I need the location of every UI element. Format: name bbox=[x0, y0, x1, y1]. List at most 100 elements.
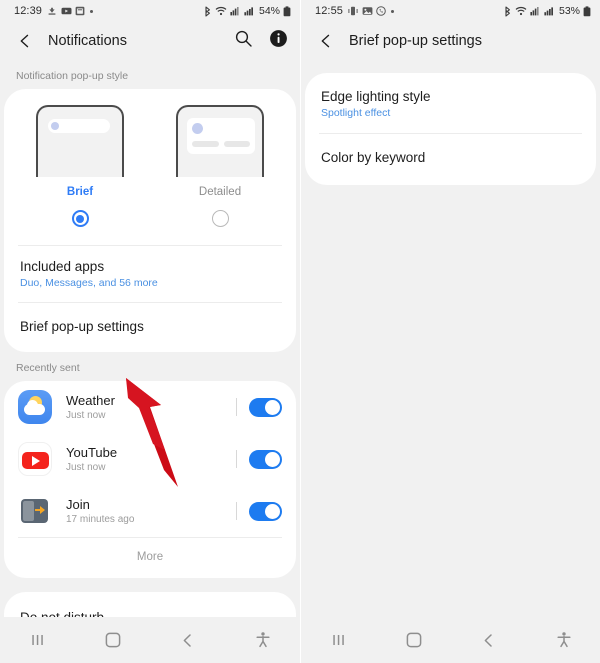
list-item[interactable]: YouTube Just now bbox=[4, 433, 296, 485]
left-phone-screen: 12:39 54% Notifications Notification pop… bbox=[0, 0, 300, 663]
right-phone-screen: 12:55 53% Brief pop-up settings Edge lig… bbox=[300, 0, 600, 663]
list-item-text: Weather Just now bbox=[66, 393, 236, 421]
status-bar: 12:55 53% bbox=[301, 0, 600, 22]
download-icon bbox=[48, 7, 56, 15]
list-item[interactable]: Weather Just now bbox=[4, 381, 296, 433]
preview-app-dot-icon bbox=[51, 122, 59, 130]
brief-preview-image bbox=[36, 105, 124, 177]
style-option-brief-radio[interactable] bbox=[71, 210, 89, 227]
style-option-detailed-radio[interactable] bbox=[211, 210, 229, 227]
battery-icon bbox=[283, 5, 291, 16]
more-button[interactable]: More bbox=[4, 538, 296, 578]
info-icon[interactable] bbox=[269, 29, 288, 53]
screenshot-icon bbox=[75, 6, 85, 16]
list-item-text: Join 17 minutes ago bbox=[66, 497, 236, 525]
divider bbox=[236, 502, 237, 520]
app-name: Join bbox=[66, 497, 90, 512]
row-brief-popup-settings[interactable]: Brief pop-up settings bbox=[4, 303, 296, 352]
left-content: Notification pop-up style Brief Detailed… bbox=[0, 60, 300, 663]
vibrate-icon bbox=[348, 6, 358, 16]
back-button[interactable] bbox=[150, 617, 225, 663]
style-option-detailed[interactable]: Detailed bbox=[150, 105, 290, 227]
dot-icon bbox=[390, 9, 394, 13]
join-icon bbox=[18, 494, 52, 528]
recents-button[interactable] bbox=[0, 617, 75, 663]
bluetooth-icon bbox=[205, 5, 210, 17]
back-button[interactable] bbox=[315, 30, 337, 52]
back-button[interactable] bbox=[451, 617, 526, 663]
signal-icon bbox=[530, 7, 539, 16]
back-icon bbox=[183, 633, 191, 647]
cellular-icon bbox=[544, 7, 553, 16]
back-arrow-icon bbox=[20, 34, 29, 48]
row-title: Color by keyword bbox=[321, 150, 426, 165]
app-bar: Brief pop-up settings bbox=[301, 22, 600, 60]
app-toggle[interactable] bbox=[249, 449, 282, 469]
preview-app-dot-icon bbox=[192, 123, 203, 134]
recents-icon bbox=[332, 635, 344, 645]
accessibility-icon bbox=[255, 632, 270, 648]
preview-text-bar bbox=[192, 141, 219, 147]
app-name: Weather bbox=[66, 393, 115, 408]
back-icon bbox=[484, 633, 492, 647]
page-title: Brief pop-up settings bbox=[349, 33, 482, 49]
home-button[interactable] bbox=[75, 617, 150, 663]
row-edge-lighting-style[interactable]: Edge lighting style Spotlight effect bbox=[305, 73, 596, 133]
weather-icon bbox=[18, 390, 52, 424]
row-subtitle: Duo, Messages, and 56 more bbox=[20, 277, 158, 289]
search-icon[interactable] bbox=[234, 29, 253, 53]
back-button[interactable] bbox=[14, 30, 36, 52]
detailed-preview-box bbox=[187, 118, 255, 154]
style-option-brief-label: Brief bbox=[66, 186, 94, 198]
app-time: Just now bbox=[66, 410, 106, 421]
status-bar-system-icons: 54% bbox=[203, 5, 291, 17]
status-bar-system-icons: 53% bbox=[503, 5, 591, 17]
app-time: 17 minutes ago bbox=[66, 514, 135, 525]
app-toggle[interactable] bbox=[249, 397, 282, 417]
popup-style-card: Brief Detailed Included apps Duo, Messag… bbox=[4, 89, 296, 352]
divider bbox=[236, 450, 237, 468]
battery-percent-label: 54% bbox=[258, 5, 280, 17]
home-icon bbox=[105, 632, 120, 648]
style-option-brief[interactable]: Brief bbox=[10, 105, 150, 227]
row-title: Included apps bbox=[20, 259, 105, 274]
page-title: Notifications bbox=[48, 33, 127, 49]
battery-percent-label: 53% bbox=[558, 5, 580, 17]
brief-preview-pill bbox=[48, 119, 110, 133]
cellular-icon bbox=[244, 7, 253, 16]
join-arrow bbox=[35, 506, 45, 514]
whatsapp-icon bbox=[376, 6, 386, 16]
bluetooth-icon bbox=[505, 5, 510, 17]
youtube-icon bbox=[61, 7, 72, 15]
app-toggle[interactable] bbox=[249, 501, 282, 521]
recents-icon bbox=[31, 635, 43, 645]
style-option-detailed-label: Detailed bbox=[198, 186, 242, 198]
popup-style-chooser: Brief Detailed bbox=[4, 89, 296, 231]
recents-button[interactable] bbox=[301, 617, 376, 663]
detailed-preview-image bbox=[176, 105, 264, 177]
play-triangle bbox=[32, 456, 40, 466]
wifi-icon bbox=[215, 6, 227, 16]
list-item[interactable]: Join 17 minutes ago bbox=[4, 485, 296, 537]
popup-style-section-label: Notification pop-up style bbox=[16, 70, 129, 82]
accessibility-button[interactable] bbox=[225, 617, 300, 663]
home-icon bbox=[406, 632, 421, 648]
gallery-icon bbox=[362, 7, 372, 15]
screenshot-root: 12:39 54% Notifications Notification pop… bbox=[0, 0, 600, 663]
recently-sent-section-label: Recently sent bbox=[16, 362, 80, 374]
row-included-apps[interactable]: Included apps Duo, Messages, and 56 more bbox=[4, 246, 296, 302]
row-color-by-keyword[interactable]: Color by keyword bbox=[305, 134, 596, 185]
status-bar-notification-icons bbox=[348, 6, 395, 16]
accessibility-button[interactable] bbox=[526, 617, 600, 663]
status-bar: 12:39 54% bbox=[0, 0, 300, 22]
status-bar-notification-icons bbox=[47, 6, 94, 16]
app-time: Just now bbox=[66, 462, 106, 473]
divider bbox=[236, 398, 237, 416]
brief-popup-settings-card: Edge lighting style Spotlight effect Col… bbox=[305, 73, 596, 185]
home-button[interactable] bbox=[376, 617, 451, 663]
wifi-icon bbox=[515, 6, 527, 16]
join-door bbox=[23, 501, 34, 521]
dot-icon bbox=[89, 9, 93, 13]
